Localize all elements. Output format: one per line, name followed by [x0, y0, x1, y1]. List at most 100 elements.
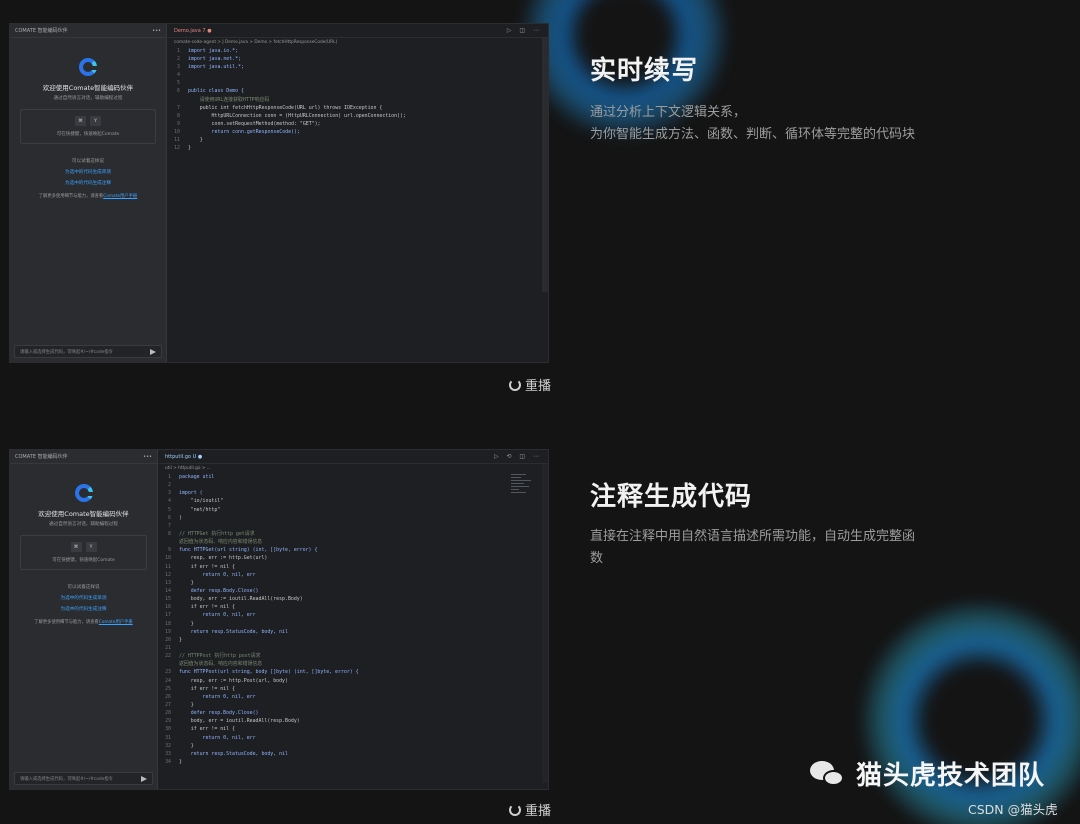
code-text: } [179, 758, 182, 765]
line-number: 29 [165, 718, 171, 725]
replay-label: 重播 [525, 378, 552, 393]
sidebar-header: COMATE 智能编码伙伴 ••• [10, 24, 166, 38]
code-line: 11 } [172, 136, 548, 144]
page: COMATE 智能编码伙伴 ••• 欢迎使用Comate智能编码伙伴 通过自然语… [0, 0, 1080, 824]
line-number: 4 [177, 72, 180, 79]
send-icon[interactable] [150, 348, 156, 355]
more-icon[interactable]: ••• [152, 28, 161, 34]
line-number: 6 [177, 88, 180, 95]
manual-link[interactable]: Comate用户手册 [99, 620, 133, 625]
comate-logo-icon [79, 58, 97, 76]
code-text: ) [179, 514, 182, 521]
code-text: return conn.getResponseCode(); [188, 128, 300, 135]
code-line: 2 import java.net.*; [172, 55, 548, 63]
editor-actions-icon[interactable]: ▷ ⟲ ◫ ⋯ [494, 453, 542, 460]
line-number: 16 [165, 604, 171, 611]
minimap[interactable] [511, 472, 536, 512]
wechat-watermark: 猫头虎技术团队 [810, 755, 1045, 792]
code-line: 26 return 0, nil, err [163, 693, 548, 701]
code-text: import java.io.*; [188, 48, 239, 54]
scrollbar[interactable] [542, 464, 548, 783]
suggestion-link-unit-test[interactable]: 为选中的代码生成单测 [10, 169, 166, 175]
code-text: } [179, 620, 194, 627]
code-line: 6 public class Demo { [172, 87, 548, 95]
tab-demo-java[interactable]: Demo.java 7 ● [174, 28, 212, 34]
code-text: } [188, 137, 203, 144]
line-number: 17 [165, 612, 171, 619]
line-number: 18 [165, 620, 171, 627]
code-line: 10 return conn.getResponseCode(); [172, 128, 548, 136]
code-line: 23 func HTTPPost(url string, body []byte)… [163, 668, 548, 676]
chat-input[interactable]: 请输入或选择生成代码，可唤起#/~/#code指令 [14, 345, 162, 358]
sidebar-title: COMATE 智能编码伙伴 [15, 28, 68, 34]
ide-screenshot-1: COMATE 智能编码伙伴 ••• 欢迎使用Comate智能编码伙伴 通过自然语… [9, 23, 549, 363]
comate-logo-icon [74, 484, 93, 502]
desc-line: 为你智能生成方法、函数、判断、循环体等完整的代码块 [590, 127, 916, 142]
replay-button-2[interactable]: 重播 [509, 800, 551, 819]
suggestion-link-comment[interactable]: 为选中的代码生成注释 [10, 180, 166, 186]
code-text: return 0, nil, err [179, 571, 256, 578]
csdn-watermark: CSDN @猫头虎 [968, 802, 1058, 817]
line-number: 31 [165, 734, 171, 741]
y-key: Y [85, 542, 97, 552]
line-number: 1 [177, 48, 180, 54]
line-number: 2 [168, 482, 171, 489]
code-text: package util [179, 474, 215, 480]
code-line: 34} [163, 758, 548, 766]
line-number: 30 [165, 726, 171, 733]
line-number: 2 [177, 56, 180, 63]
code-text: resp, err := http.Get(url) [179, 555, 268, 562]
line-number [163, 660, 179, 668]
code-text: conn.setRequestMethod(method: "GET"); [188, 120, 321, 127]
code-lines: 1 package util 2 3 import (4 "io/ioutil" 5 "n… [159, 473, 548, 766]
code-line: 29 body, err = ioutil.ReadAll(resp.Body) [163, 717, 548, 725]
code-text: "net/http" [179, 506, 221, 513]
code-text: import java.net.*; [188, 56, 241, 63]
code-line: 3 import java.util.*; [172, 63, 548, 71]
code-text: 返回值为状态码、响应内容和错误信息 [179, 539, 263, 546]
replay-label: 重播 [525, 803, 552, 818]
code-editor[interactable]: httputil.go U ● ▷ ⟲ ◫ ⋯ util > httputil.… [159, 450, 548, 789]
code-text: if err != nil { [179, 604, 235, 611]
code-text: // HTTPPost 执行http post请求 [179, 653, 261, 660]
section-title-2: 注释生成代码 [590, 482, 753, 512]
shortcut-tip: 可在快捷键，快速唤起Comate [52, 558, 115, 563]
line-number: 33 [165, 750, 171, 757]
chat-input[interactable]: 请输入或选择生成代码，可唤起#/~/#code指令 [14, 772, 153, 785]
line-number: 27 [165, 701, 171, 708]
line-number: 20 [165, 636, 171, 643]
more-icon[interactable]: ••• [143, 454, 152, 460]
welcome-heading: 欢迎使用Comate智能编码伙伴 [42, 84, 134, 92]
code-line: 7 public int fetchHttpResponseCode(URL u… [172, 104, 548, 112]
sidebar-title: COMATE 智能编码伙伴 [15, 454, 68, 460]
replay-button-1[interactable]: 重播 [509, 375, 551, 394]
code-text: } [179, 579, 194, 586]
line-number: 6 [168, 514, 171, 521]
scrollbar[interactable] [542, 38, 548, 292]
replay-icon [509, 803, 521, 816]
code-text: } [188, 145, 191, 152]
cmd-key: ⌘ [75, 116, 86, 126]
code-editor[interactable]: Demo.java 7 ● ▷ ◫ ⋯ comate-code-agent > … [168, 24, 548, 362]
code-line: 22 // HTTPPost 执行http post请求 [163, 652, 548, 660]
code-line: 返回值为状态码、响应内容和错误信息 [163, 538, 548, 546]
account-name: 猫头虎技术团队 [856, 761, 1046, 791]
line-number: 7 [168, 522, 171, 529]
suggestion-link-comment[interactable]: 为选中的代码生成注释 [10, 606, 157, 612]
manual-link[interactable]: Comate用户手册 [103, 194, 137, 199]
code-line: 24 resp, err := http.Post(url, body) [163, 677, 548, 685]
code-line: 30 if err != nil { [163, 725, 548, 733]
line-number: 12 [174, 145, 180, 152]
section-desc-1: 通过分析上下文逻辑关系， 为你智能生成方法、函数、判断、循环体等完整的代码块 [590, 102, 940, 146]
code-text: import java.util.*; [188, 64, 244, 71]
code-line: 28 defer resp.Body.Close() [163, 709, 548, 717]
line-number: 3 [168, 490, 171, 497]
line-number: 23 [165, 669, 171, 676]
send-icon[interactable] [141, 775, 147, 782]
code-line: 27 } [163, 701, 548, 709]
editor-actions-icon[interactable]: ▷ ◫ ⋯ [507, 27, 542, 34]
code-line: 1 import java.io.*; [172, 47, 548, 55]
sidebar-header: COMATE 智能编码伙伴 ••• [10, 450, 157, 464]
tab-httputil-go[interactable]: httputil.go U ● [165, 454, 202, 460]
suggestion-link-unit-test[interactable]: 为选中的代码生成单测 [10, 595, 157, 601]
